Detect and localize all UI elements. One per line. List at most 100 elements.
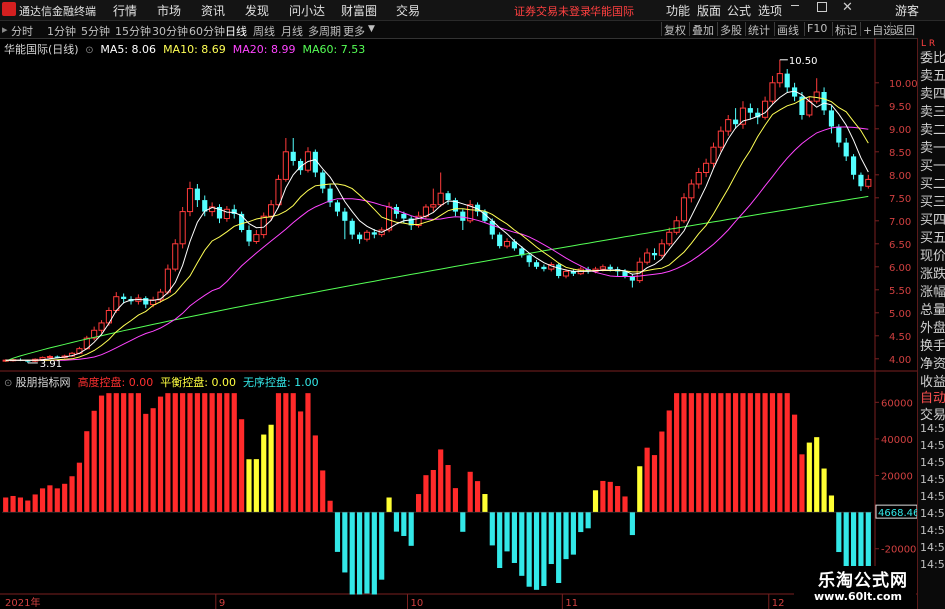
candle-up: [680, 197, 688, 222]
candle-up: [644, 252, 651, 263]
price-tick-label: 9.50: [889, 102, 911, 113]
indicator-bar-high: [106, 393, 112, 513]
btn-multi-stock[interactable]: 多股: [717, 22, 744, 37]
btn-stats[interactable]: 统计: [745, 22, 772, 37]
indicator-bar-balanced: [386, 497, 392, 513]
indicator-bar-disordered: [371, 512, 377, 595]
indicator-tick-label: 20000: [881, 472, 913, 483]
indicator-bar-high: [438, 449, 444, 513]
tab-monthly[interactable]: 月线: [281, 23, 303, 39]
tab-5min[interactable]: 5分钟: [81, 23, 110, 39]
candle-up: [253, 234, 260, 243]
more-chevron-icon[interactable]: ▼: [368, 24, 375, 34]
stock-name-header: 华能国际: [590, 5, 634, 18]
price-tick-label: 8.00: [889, 171, 911, 182]
candle-down: [246, 230, 252, 242]
indicator-bar-high: [239, 419, 245, 513]
btn-f10[interactable]: F10: [804, 22, 829, 36]
tab-15min[interactable]: 15分钟: [115, 23, 151, 39]
panel-bid-ratio: 委比: [920, 51, 945, 66]
indicator-bar-high: [10, 495, 16, 513]
tab-multi-period[interactable]: 多周期: [308, 23, 341, 39]
candle-down: [349, 220, 355, 235]
low-label: 3.91: [40, 359, 62, 370]
indicator-bar-high: [622, 496, 628, 513]
menu-trade[interactable]: 交易: [396, 2, 420, 19]
back-arrow-icon[interactable]: ▸: [2, 23, 8, 36]
indicator-bar-balanced: [261, 434, 267, 513]
indicator-bar-disordered: [401, 512, 407, 536]
ma10-line: [5, 96, 869, 361]
candle-down: [784, 73, 790, 88]
btn-return[interactable]: 返回: [890, 22, 917, 37]
tab-60min[interactable]: 60分钟: [189, 23, 225, 39]
menu-quotes[interactable]: 行情: [113, 2, 137, 19]
trade-time: 14:56: [920, 456, 945, 469]
menu-market[interactable]: 市场: [157, 2, 181, 19]
indicator-bar-high: [615, 486, 621, 513]
indicator-bar-high: [76, 462, 82, 513]
trade-time: 14:56: [920, 558, 945, 571]
indicator-bar-high: [157, 396, 164, 513]
restore-icon[interactable]: [817, 2, 827, 12]
tab-daily[interactable]: 日线: [225, 23, 247, 39]
btn-adjust[interactable]: 复权: [661, 22, 688, 37]
indicator-bar-high: [54, 488, 60, 513]
tab-weekly[interactable]: 周线: [253, 23, 275, 39]
indicator-bar-high: [121, 393, 127, 513]
tab-more[interactable]: 更多: [343, 23, 365, 39]
panel-ask3: 卖三: [920, 105, 945, 120]
menu-options[interactable]: 选项: [758, 2, 782, 19]
indicator-bar-high: [769, 393, 776, 513]
panel-volume: 总量: [920, 303, 945, 318]
price-tick-label: 8.50: [889, 148, 911, 159]
indicator-bar-high: [651, 455, 658, 513]
menu-news[interactable]: 资讯: [201, 2, 225, 19]
candle-down: [342, 211, 348, 221]
candle-up: [688, 183, 695, 199]
minimize-icon[interactable]: [791, 5, 799, 6]
watermark: 乐淘公式网 www.60lt.com: [794, 566, 916, 609]
candle-down: [401, 213, 407, 219]
indicator-bar-high: [467, 471, 473, 513]
indicator-bar-high: [209, 393, 215, 513]
btn-mark[interactable]: 标记: [832, 22, 859, 37]
menu-formula[interactable]: 公式: [727, 2, 751, 19]
indicator-bar-disordered: [393, 512, 400, 532]
tab-intraday[interactable]: 分时: [11, 23, 33, 39]
x-axis-label: 12: [772, 598, 785, 609]
candle-up: [430, 204, 437, 208]
menu-function[interactable]: 功能: [666, 2, 690, 19]
candle-down: [836, 126, 842, 143]
indicator-bar-high: [688, 393, 694, 513]
menu-ask[interactable]: 问小达: [289, 2, 325, 19]
menu-wealth[interactable]: 财富圈: [341, 2, 377, 19]
menu-layout[interactable]: 版面: [697, 2, 721, 19]
panel-bid4: 买四: [920, 213, 945, 228]
x-axis-label: 9: [219, 598, 225, 609]
indicator-bar-disordered: [563, 512, 569, 560]
btn-draw[interactable]: 画线: [774, 22, 801, 37]
indicator-bar-disordered: [548, 512, 554, 565]
menu-discover[interactable]: 发现: [245, 2, 269, 19]
close-icon[interactable]: ✕: [842, 0, 853, 15]
trade-time: 14:56: [920, 422, 945, 435]
indicator-bar-high: [62, 483, 68, 513]
tab-1min[interactable]: 1分钟: [47, 23, 76, 39]
candle-up: [275, 178, 282, 206]
indicator-bar-balanced: [814, 437, 820, 513]
tab-30min[interactable]: 30分钟: [152, 23, 188, 39]
indicator-bar-balanced: [828, 495, 835, 513]
btn-overlay[interactable]: 叠加: [689, 22, 716, 37]
indicator-bar-disordered: [570, 512, 576, 555]
candle-up: [186, 188, 194, 213]
indicator-bar-balanced: [637, 466, 643, 513]
guest-user[interactable]: 游客: [895, 2, 919, 19]
trade-time: 14:56: [920, 439, 945, 452]
login-status[interactable]: 证券交易未登录: [514, 3, 591, 19]
chart-canvas[interactable]: 10.50 3.91 10.00 9.50 9.00 8.50 8.00 7.50 7.00 6…: [0, 38, 917, 609]
indicator-bar-high: [644, 447, 650, 513]
menu-bar: 通达信金融终端 行情 市场 资讯 发现 问小达 财富圈 交易 证券交易未登录 华…: [0, 0, 945, 21]
price-tick-label: 6.50: [889, 240, 911, 251]
candle-up: [599, 266, 606, 270]
